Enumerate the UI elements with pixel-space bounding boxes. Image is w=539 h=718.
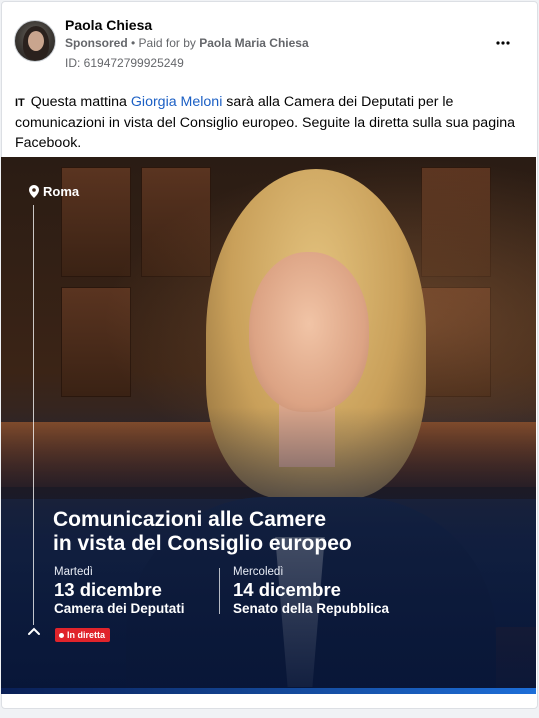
creative-bottom-band — [1, 688, 536, 694]
event-date: 14 dicembre — [233, 579, 341, 600]
face — [249, 252, 369, 412]
chevron-up-icon[interactable] — [27, 626, 41, 636]
mention-link[interactable]: Giorgia Meloni — [131, 94, 222, 110]
post-header: Paola Chiesa Sponsored • Paid for by Pao… — [2, 2, 537, 80]
author-avatar[interactable] — [14, 20, 56, 62]
headline-line-1: Comunicazioni alle Camere — [53, 508, 327, 531]
language-flag: IT — [15, 97, 25, 109]
creative-headline: Comunicazioni alle Camere in vista del C… — [53, 508, 473, 556]
live-badge-text: In diretta — [67, 630, 106, 640]
paid-for-prefix: Paid for by — [138, 36, 200, 50]
timeline-line — [33, 205, 34, 625]
payer-name[interactable]: Paola Maria Chiesa — [199, 36, 308, 50]
event-weekday: Mercoledì — [233, 566, 284, 578]
more-options-icon — [496, 41, 510, 45]
post-text-part1: Questa mattina — [26, 94, 131, 110]
more-options-button[interactable] — [491, 32, 515, 52]
location-label: Roma — [29, 184, 79, 199]
event-divider — [219, 568, 220, 614]
meta-separator: • — [127, 36, 139, 50]
avatar-face — [28, 31, 44, 51]
ad-id: ID: 619472799925249 — [65, 56, 184, 70]
sponsored-meta: Sponsored • Paid for by Paola Maria Chie… — [65, 36, 309, 50]
event-day-1: Martedì 13 dicembre Camera dei Deputati — [54, 566, 185, 617]
live-badge: In diretta — [55, 628, 111, 642]
location-text: Roma — [43, 184, 80, 199]
location-pin-icon — [29, 185, 39, 198]
event-place: Senato della Repubblica — [233, 601, 390, 616]
sponsored-label: Sponsored — [65, 36, 128, 50]
event-place: Camera dei Deputati — [54, 601, 185, 616]
event-date: 13 dicembre — [54, 579, 162, 600]
event-day-2: Mercoledì 14 dicembre Senato della Repub… — [233, 566, 389, 617]
post-text: IT Questa mattina Giorgia Meloni sarà al… — [15, 92, 527, 153]
author-name[interactable]: Paola Chiesa — [65, 17, 152, 33]
headline-line-2: in vista del Consiglio europeo — [53, 532, 352, 555]
live-dot-icon — [59, 632, 64, 638]
event-weekday: Martedì — [54, 566, 93, 578]
